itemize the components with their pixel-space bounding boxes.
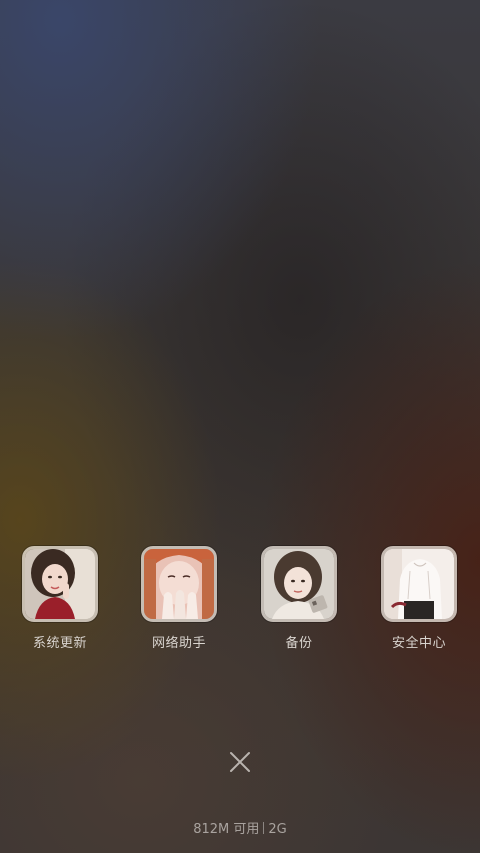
memory-total-text: 2G [268, 822, 287, 837]
photo-girl-red-top-icon [22, 546, 98, 622]
close-icon [230, 752, 250, 772]
recent-app-network-assistant[interactable]: 网络助手 [129, 546, 229, 656]
recent-app-label: 系统更新 [32, 636, 87, 651]
recent-app-security-center[interactable]: 安全中心 [369, 546, 469, 656]
recent-app-backup[interactable]: 备份 [249, 546, 349, 656]
memory-available-text: 812M 可用 [193, 822, 260, 837]
memory-status: 812M 可用 2G [0, 818, 480, 837]
recent-app-label: 安全中心 [391, 636, 446, 651]
photo-girl-hands-face-icon [141, 546, 217, 622]
status-divider [263, 822, 265, 834]
recent-app-label: 网络助手 [151, 636, 206, 651]
blurred-wallpaper-background [0, 0, 480, 853]
photo-girl-phone-icon [261, 546, 337, 622]
clear-recent-apps-button[interactable] [220, 742, 260, 782]
recent-app-system-update[interactable]: 系统更新 [10, 546, 110, 656]
photo-girl-white-shirt-icon [381, 546, 457, 622]
recent-app-label: 备份 [285, 636, 313, 651]
recent-apps-row: 系统更新 网络助手 备份 安全中心 [0, 546, 480, 656]
